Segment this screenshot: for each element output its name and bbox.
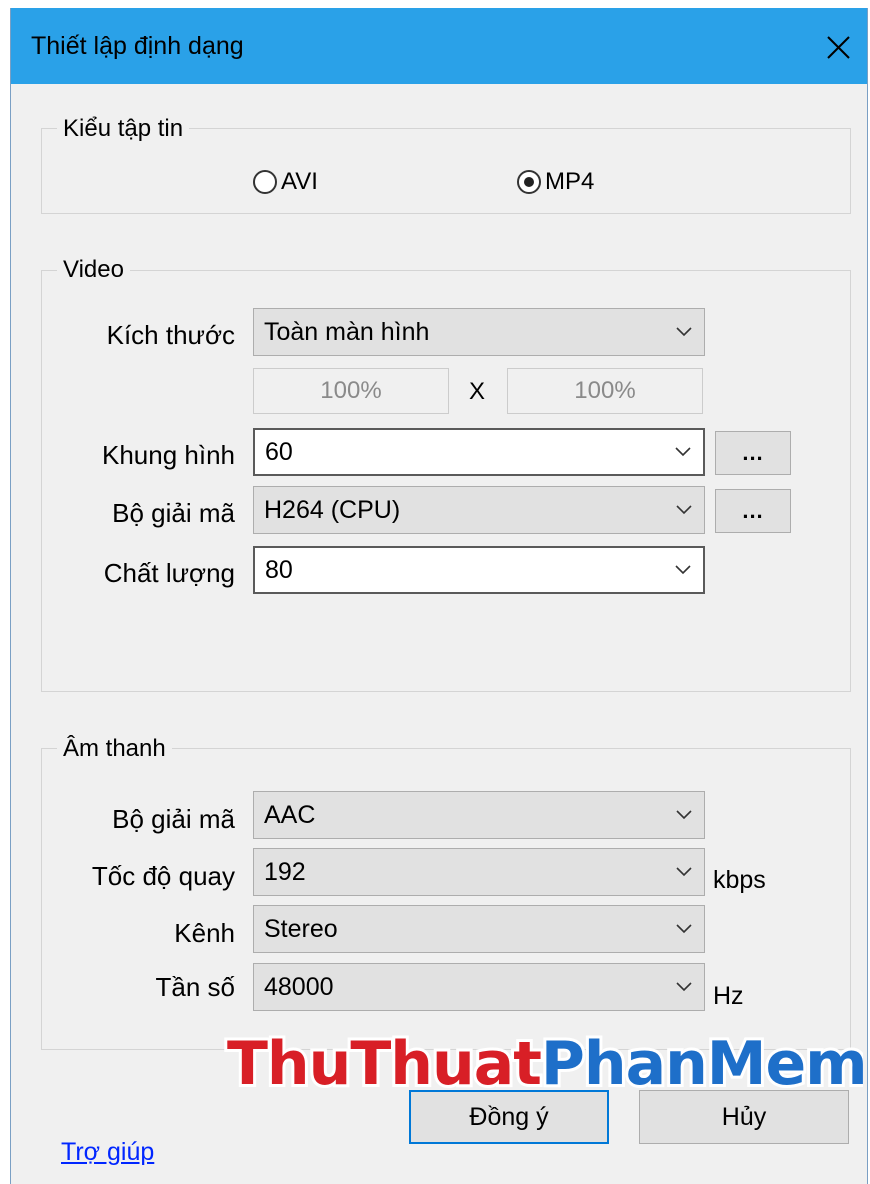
chevron-down-icon: [663, 548, 703, 592]
channel-select[interactable]: Stereo: [253, 905, 705, 953]
bitrate-label: Tốc độ quay: [91, 861, 235, 891]
video-codec-select[interactable]: H264 (CPU): [253, 486, 705, 534]
radio-avi-label: AVI: [281, 168, 318, 195]
bitrate-value: 192: [264, 857, 306, 886]
frequency-label: Tần số: [155, 972, 236, 1002]
bitrate-select[interactable]: 192: [253, 848, 705, 896]
chevron-down-icon: [664, 309, 704, 355]
bitrate-unit: kbps: [713, 866, 766, 894]
video-codec-label: Bộ giải mã: [112, 498, 235, 528]
size-select[interactable]: Toàn màn hình: [253, 308, 705, 356]
size-label: Kích thước: [106, 320, 235, 350]
radio-avi[interactable]: AVI: [253, 168, 318, 196]
close-icon[interactable]: [813, 22, 863, 72]
format-settings-dialog: Thiết lập định dạng Kiểu tập tin AVI MP4…: [10, 8, 868, 1184]
video-codec-value: H264 (CPU): [264, 495, 401, 524]
frequency-value: 48000: [264, 972, 334, 1001]
cancel-button[interactable]: Hủy: [639, 1090, 849, 1144]
frame-label: Khung hình: [101, 440, 235, 470]
size-select-value: Toàn màn hình: [264, 317, 430, 346]
title-bar: Thiết lập định dạng: [11, 8, 867, 84]
chevron-down-icon: [664, 849, 704, 895]
quality-value: 80: [265, 555, 293, 584]
radio-mp4-label: MP4: [545, 168, 595, 195]
audio-legend: Âm thanh: [57, 735, 172, 763]
video-codec-more-button[interactable]: ...: [715, 489, 791, 533]
audio-codec-label: Bộ giải mã: [112, 804, 235, 834]
chevron-down-icon: [664, 964, 704, 1010]
size-separator-label: X: [469, 378, 486, 405]
frame-rate-value: 60: [265, 437, 293, 466]
ok-button[interactable]: Đồng ý: [409, 1090, 609, 1144]
height-percent-field: 100%: [507, 368, 703, 414]
frame-rate-more-button[interactable]: ...: [715, 431, 791, 475]
radio-avi-indicator: [253, 170, 277, 194]
channel-value: Stereo: [264, 914, 338, 943]
chevron-down-icon: [664, 792, 704, 838]
help-link[interactable]: Trợ giúp: [61, 1138, 154, 1167]
quality-combo[interactable]: 80: [253, 546, 705, 594]
frequency-unit: Hz: [713, 982, 744, 1010]
chevron-down-icon: [664, 906, 704, 952]
frequency-select[interactable]: 48000: [253, 963, 705, 1011]
video-legend: Video: [57, 256, 130, 284]
width-percent-field: 100%: [253, 368, 449, 414]
watermark-logo: ThuThuatPhanMem.vn: [224, 1026, 863, 1100]
chevron-down-icon: [663, 430, 703, 474]
radio-mp4-indicator: [517, 170, 541, 194]
frame-rate-combo[interactable]: 60: [253, 428, 705, 476]
radio-mp4[interactable]: MP4: [517, 168, 594, 196]
audio-codec-select[interactable]: AAC: [253, 791, 705, 839]
channel-label: Kênh: [174, 918, 235, 948]
audio-codec-value: AAC: [264, 800, 316, 829]
file-type-legend: Kiểu tập tin: [57, 115, 190, 143]
window-title: Thiết lập định dạng: [31, 32, 244, 60]
svg-text:ThuThuatPhanMem.vn: ThuThuatPhanMem.vn: [227, 1029, 863, 1099]
chevron-down-icon: [664, 487, 704, 533]
quality-label: Chất lượng: [103, 558, 235, 588]
